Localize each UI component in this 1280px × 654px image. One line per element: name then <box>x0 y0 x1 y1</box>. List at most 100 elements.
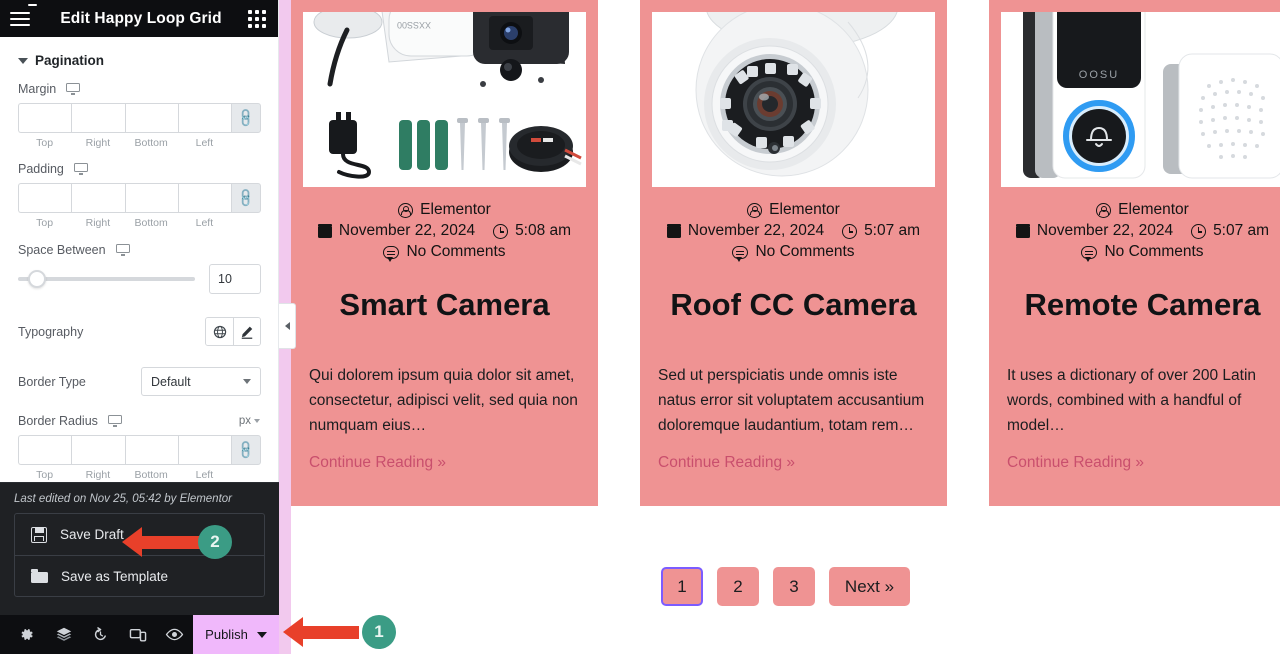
desktop-icon[interactable] <box>73 163 88 175</box>
settings-gear-icon[interactable] <box>8 615 45 654</box>
link-icon: 🔗 <box>234 106 257 129</box>
margin-link-values-button[interactable]: 🔗 <box>231 103 261 133</box>
dome-camera-illustration <box>652 12 935 187</box>
margin-left-input[interactable] <box>177 103 231 133</box>
time-meta: 5:08 am <box>493 222 571 240</box>
hamburger-menu-icon[interactable] <box>10 3 37 32</box>
pagination-next-button[interactable]: Next » <box>828 567 911 606</box>
apps-grid-icon[interactable] <box>246 8 268 30</box>
publish-button[interactable]: Publish <box>193 615 279 654</box>
card-title[interactable]: Smart Camera <box>291 261 598 323</box>
typography-buttons <box>205 317 261 346</box>
radius-right-label: Right <box>85 469 111 481</box>
panel-controls-body: Pagination Margin Top Right Bottom Left … <box>0 37 278 482</box>
padding-left-input[interactable] <box>177 183 231 213</box>
margin-inputs: Top Right Bottom Left 🔗 <box>18 103 261 149</box>
continue-reading-link[interactable]: Continue Reading » <box>291 438 598 506</box>
section-pagination-header[interactable]: Pagination <box>0 37 278 78</box>
control-margin: Margin Top Right Bottom Left 🔗 <box>0 78 278 149</box>
padding-bottom-input[interactable] <box>124 183 178 213</box>
loop-item-card[interactable]: XXSS00 Elementor November 22, 2024 5:08 … <box>291 0 598 506</box>
page-title: Edit Happy Loop Grid <box>60 9 222 27</box>
calendar-icon <box>666 224 681 238</box>
margin-label-row: Margin <box>18 82 260 96</box>
padding-right-input[interactable] <box>71 183 125 213</box>
card-meta: Elementor November 22, 2024 5:07 am No C… <box>989 187 1280 262</box>
user-icon <box>398 202 414 218</box>
border-radius-unit-select[interactable]: px <box>239 415 260 427</box>
devices-glyph <box>129 628 146 641</box>
radius-left-input[interactable] <box>177 435 231 465</box>
padding-top-input[interactable] <box>18 183 72 213</box>
panel-bottom-bar: Publish <box>0 615 279 654</box>
slider-handle[interactable] <box>28 270 46 288</box>
padding-right-label: Right <box>85 217 111 229</box>
loop-grid: XXSS00 Elementor November 22, 2024 5:08 … <box>291 0 1280 506</box>
desktop-icon[interactable] <box>115 244 130 256</box>
comments-count: No Comments <box>755 243 855 260</box>
preview-eye-icon[interactable] <box>156 615 193 654</box>
last-edited-text: Last edited on Nov 25, 05:42 by Elemento… <box>14 493 233 505</box>
control-padding: Padding Top Right Bottom Left 🔗 <box>0 149 278 229</box>
comments-meta: No Comments <box>1081 243 1204 262</box>
gear-glyph <box>21 628 33 641</box>
card-title[interactable]: Roof CC Camera <box>640 261 947 323</box>
card-meta: Elementor November 22, 2024 5:08 am No C… <box>291 187 598 262</box>
chevron-down-icon[interactable] <box>256 631 267 638</box>
calendar-icon <box>317 224 332 238</box>
space-between-slider[interactable] <box>18 270 195 288</box>
radius-top-input[interactable] <box>18 435 72 465</box>
pagination-page-3[interactable]: 3 <box>772 567 815 606</box>
video-doorbell-illustration: OOSU <box>1001 12 1280 187</box>
save-options-menu: Save Draft Save as Template <box>14 513 265 597</box>
pencil-icon[interactable] <box>233 318 260 345</box>
desktop-icon[interactable] <box>107 415 122 427</box>
padding-left-cell: Left <box>177 183 231 229</box>
comments-meta: No Comments <box>732 243 855 262</box>
continue-reading-link[interactable]: Continue Reading » <box>640 438 947 506</box>
responsive-devices-icon[interactable] <box>119 615 156 654</box>
loop-item-card[interactable]: OOSU Elementor November 22, 2024 5:07 am… <box>989 0 1280 506</box>
border-radius-inputs: Top Right Bottom Left 🔗 <box>18 435 261 481</box>
radius-right-cell: Right <box>71 435 125 481</box>
history-clock-icon[interactable] <box>82 615 119 654</box>
post-time: 5:07 am <box>864 222 921 239</box>
radius-right-input[interactable] <box>71 435 125 465</box>
typography-row: Typography <box>18 313 261 346</box>
desktop-icon[interactable] <box>66 83 81 95</box>
globe-icon[interactable] <box>206 318 233 345</box>
pagination-page-2[interactable]: 2 <box>716 567 759 606</box>
border-type-select[interactable]: Default <box>141 367 261 396</box>
panel-collapse-handle[interactable] <box>279 303 296 349</box>
navigator-layers-icon[interactable] <box>45 615 82 654</box>
padding-top-label: Top <box>36 217 54 229</box>
time-meta: 5:07 am <box>842 222 920 240</box>
comments-count: No Comments <box>406 243 506 260</box>
card-excerpt: Qui dolorem ipsum quia dolor sit amet, c… <box>309 366 578 434</box>
margin-bottom-input[interactable] <box>124 103 178 133</box>
radius-bottom-input[interactable] <box>124 435 178 465</box>
radius-left-cell: Left <box>177 435 231 481</box>
folder-icon <box>31 569 48 583</box>
control-border-radius: Border Radius px Top Right Bottom Left 🔗 <box>0 396 278 481</box>
margin-right-input[interactable] <box>71 103 125 133</box>
space-between-input[interactable] <box>209 264 261 294</box>
save-draft-item[interactable]: Save Draft <box>15 514 264 555</box>
chevron-down-icon <box>243 379 251 384</box>
card-image-smart-camera: XXSS00 <box>303 12 586 187</box>
margin-top-input[interactable] <box>18 103 72 133</box>
card-title[interactable]: Remote Camera <box>989 261 1280 323</box>
loop-item-card[interactable]: Elementor November 22, 2024 5:07 am No C… <box>640 0 947 506</box>
floppy-disk-icon <box>31 526 47 543</box>
continue-reading-link[interactable]: Continue Reading » <box>989 438 1280 506</box>
margin-top-label: Top <box>36 137 54 149</box>
eye-glyph <box>165 628 184 641</box>
border-radius-link-values-button[interactable]: 🔗 <box>231 435 261 465</box>
post-date: November 22, 2024 <box>338 222 476 239</box>
border-radius-label: Border Radius <box>18 414 98 428</box>
padding-link-values-button[interactable]: 🔗 <box>231 183 261 213</box>
border-type-label: Border Type <box>18 374 86 389</box>
pagination-page-1[interactable]: 1 <box>660 567 703 606</box>
save-draft-label: Save Draft <box>60 527 124 542</box>
save-as-template-item[interactable]: Save as Template <box>15 555 264 596</box>
